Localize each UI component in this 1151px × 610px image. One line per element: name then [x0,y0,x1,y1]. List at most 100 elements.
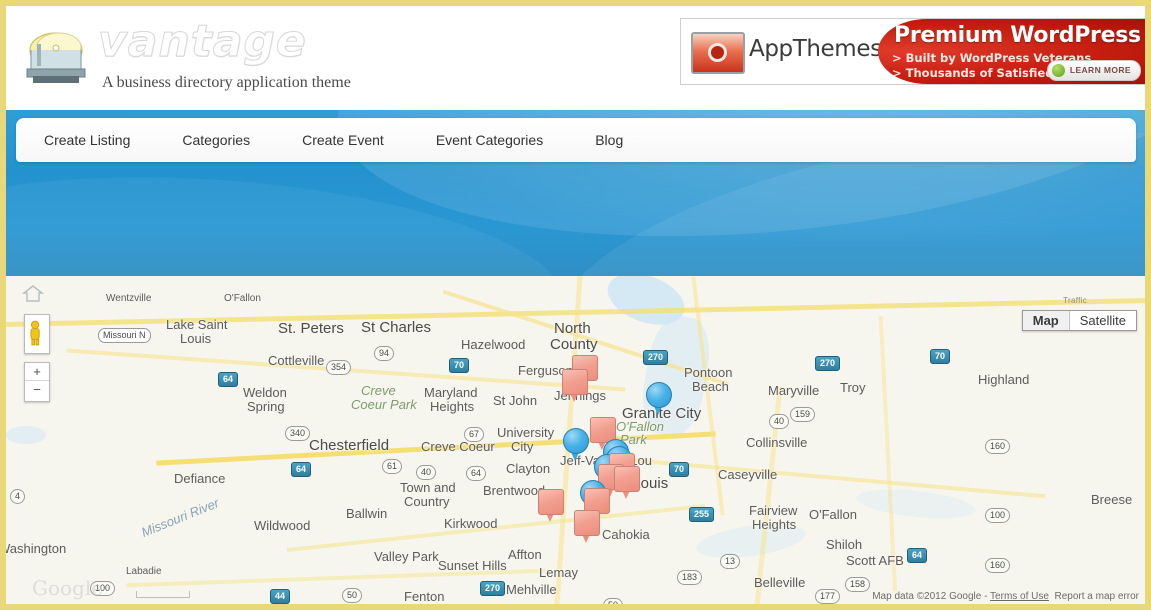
nav-item-blog[interactable]: Blog [569,132,649,148]
map-route-shield: 70 [930,349,951,364]
learn-more-button[interactable]: LEARN MORE [1046,60,1141,81]
zoom-out-button[interactable]: − [25,381,49,399]
nav-item-categories[interactable]: Categories [156,132,276,148]
map-route-shield: 160 [985,439,1011,454]
map-marker-listing[interactable] [538,489,564,523]
map-place-label: Collinsville [746,435,808,450]
map-place-label: Wentzville [106,293,152,304]
map-place-label: Chesterfield [309,437,390,454]
map-place-label: Pontoon [684,365,733,380]
map-route-shield: 255 [689,507,715,522]
map-place-label: Louis [180,331,212,346]
map-route-shield: 183 [677,570,703,585]
street-view-pegman-icon[interactable] [24,314,50,354]
map-route-shield: 340 [285,426,311,441]
map-place-label: Hazelwood [461,337,526,352]
map-route-shield: 100 [985,508,1011,523]
map-type-satellite-button[interactable]: Satellite [1070,311,1136,330]
appthemes-logo-icon [691,32,745,74]
map-place-label: Cottleville [268,353,325,368]
map-attribution: Map data ©2012 Google - Terms of Use Rep… [872,591,1139,602]
map-place-label: University [497,425,555,440]
map-place-label: Maryland [424,385,478,400]
map-place-label: Shiloh [826,537,863,552]
map-route-shield: 270 [643,350,669,365]
rolodex-icon [26,32,86,83]
map-place-label: Valley Park [374,549,439,564]
map-place-label: Lemay [539,565,579,580]
map-place-label: Maryville [768,383,820,398]
map-place-label: Washington [6,541,67,556]
map-route-shield: 270 [480,581,506,596]
map-place-label: Fairview [749,503,798,518]
ad-brand-block: AppThemes [681,19,882,84]
map-route-shield: 270 [815,356,841,371]
marker-head [563,428,589,454]
map-place-label: Defiance [174,471,226,486]
nav-item-create-event[interactable]: Create Event [276,132,410,148]
page-root: vantage A business directory application… [0,0,1151,610]
map-route-shield: 94 [374,346,395,361]
nav-item-create-listing[interactable]: Create Listing [16,132,156,148]
map-place-label: Labadie [126,566,162,577]
logo-wordmark: vantage [98,16,307,67]
map-marker-listing[interactable] [574,510,600,544]
advertisement-banner[interactable]: AppThemes Premium WordPress Apps > Built… [680,18,1145,85]
map-place-label: St. Peters [278,320,344,337]
map-type-control[interactable]: Map Satellite [1021,310,1137,331]
google-logo: Google [32,576,104,600]
map-place-label: Affton [508,547,542,562]
search-panel: Create Listing Categories Create Event E… [6,110,1145,276]
map-route-shield: 64 [291,462,312,477]
map-place-label: Weldon [243,385,287,400]
map-place-label: Kirkwood [444,516,498,531]
site-header: vantage A business directory application… [6,6,1145,110]
nav-item-event-categories[interactable]: Event Categories [410,132,569,148]
map-place-label: Troy [840,380,866,395]
map-marker-listing[interactable] [562,369,588,403]
map-type-map-button[interactable]: Map [1022,311,1070,330]
terms-of-use-link[interactable]: Terms of Use [990,591,1049,602]
map-scale-bar [136,591,190,598]
main-navigation: Create Listing Categories Create Event E… [16,118,1136,162]
ad-brand-label: AppThemes [749,36,882,62]
map-marker-event[interactable] [563,428,589,462]
map-place-label: Breese [1091,492,1133,507]
map-place-label: Heights [752,517,797,532]
map-place-label: Sunset Hills [438,558,507,573]
zoom-in-button[interactable]: + [25,363,49,381]
map-route-shield: 40 [769,414,790,429]
map-route-shield: Missouri N [98,328,151,343]
map-route-shield: 64 [466,466,487,481]
zoom-controls[interactable]: + − [24,362,50,402]
map-place-label: Belleville [754,575,806,590]
map-place-label: Ballwin [346,506,388,521]
map-canvas[interactable]: Wentzville O'Fallon Lake Saint Louis St. Pet… [6,276,1145,604]
map-marker-listing[interactable] [614,466,640,500]
map-road [626,457,1046,499]
map-marker-event[interactable] [646,382,672,416]
pan-home-icon[interactable] [22,284,44,304]
traffic-toggle-label[interactable]: Traffic [1063,296,1087,305]
map-place-label: Spring [247,399,285,414]
map-place-label: Missouri River [139,495,222,540]
map-route-shield: 64 [218,372,239,387]
map-place-label: Heights [430,399,475,414]
map-route-shield: 159 [790,407,816,422]
learn-more-label: LEARN MORE [1069,65,1131,75]
map-place-label: County [550,336,598,353]
map-place-label: Country [404,494,450,509]
map-place-label: Highland [978,372,1030,387]
map-route-shield: 160 [985,558,1011,573]
ad-headline: Premium WordPress Apps [894,23,1145,48]
map-place-label: Caseyville [718,467,778,482]
check-icon [1051,64,1065,77]
map-route-shield: 44 [270,589,291,604]
marker-head [574,510,600,536]
report-map-error-link[interactable]: Report a map error [1055,591,1139,602]
map-place-label: Beach [692,379,729,394]
attribution-copyright: Map data ©2012 Google - [872,591,991,602]
map-route-shield: 70 [669,462,690,477]
map-place-label: Creve [361,383,396,398]
site-logo[interactable]: vantage A business directory application… [18,14,438,94]
